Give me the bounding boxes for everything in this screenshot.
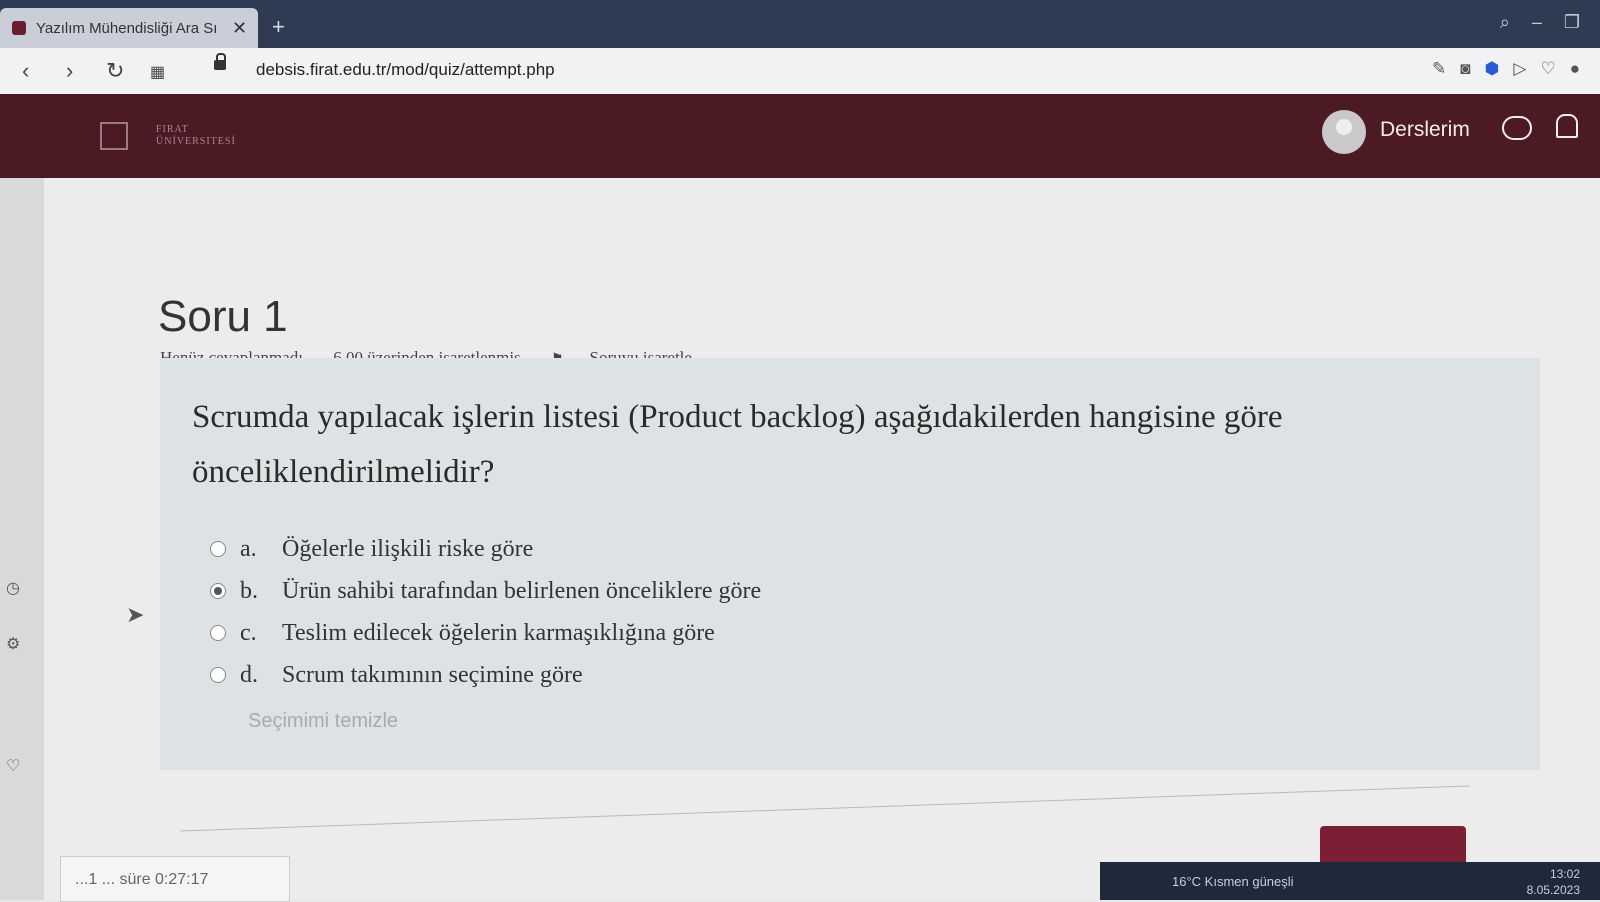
question-text: Scrumda yapılacak işlerin listesi (Produ…	[192, 399, 1283, 490]
answer-text: Scrum takımının seçimine göre	[282, 661, 583, 688]
answer-text: Ürün sahibi tarafından belirlenen önceli…	[282, 577, 762, 604]
answer-letter: d.	[240, 661, 258, 688]
camera-icon[interactable]: ◙	[1460, 59, 1470, 79]
mouse-cursor-icon: ➤	[126, 602, 145, 627]
radio-button[interactable]	[210, 541, 226, 557]
apps-grid-icon[interactable]: ▦	[150, 62, 165, 82]
weather-text[interactable]: 16°C Kısmen güneşli	[1172, 874, 1294, 889]
answer-letter: a.	[240, 535, 257, 562]
lock-icon[interactable]	[214, 53, 226, 70]
quiz-timer: ...1 ... süre 0:27:17	[60, 856, 290, 902]
close-tab-icon[interactable]: ✕	[232, 18, 247, 39]
browser-tab[interactable]: Yazılım Mühendisliği Ara Sı ✕	[0, 8, 258, 48]
site-favicon-icon	[12, 21, 26, 35]
answer-text: Öğelerle ilişkili riske göre	[282, 535, 534, 562]
heart-icon[interactable]: ♡	[1540, 59, 1555, 79]
radio-button[interactable]	[210, 625, 226, 641]
url-field[interactable]: debsis.firat.edu.tr/mod/quiz/attempt.php	[256, 60, 555, 80]
new-tab-icon[interactable]: +	[272, 14, 285, 40]
heart-icon[interactable]: ♡	[6, 756, 20, 776]
main-content: Soru 1 Henüz cevaplanmadı 6,00 üzerinden…	[44, 178, 1600, 900]
back-icon[interactable]: ‹	[22, 58, 29, 84]
reload-icon[interactable]: ↻	[106, 58, 124, 84]
answer-letter: b.	[240, 577, 258, 604]
radio-button[interactable]	[210, 583, 226, 599]
chat-icon[interactable]	[1502, 116, 1532, 140]
avatar[interactable]	[1322, 110, 1366, 154]
question-box: Scrumda yapılacak işlerin listesi (Produ…	[160, 358, 1540, 770]
clock-time: 13:02	[1549, 867, 1580, 881]
profile-icon[interactable]: ●	[1570, 59, 1580, 79]
radio-button[interactable]	[210, 667, 226, 683]
left-drawer-strip: ◷ ⚙ ♡	[0, 178, 44, 900]
restore-icon[interactable]: ❐	[1564, 12, 1580, 33]
bell-icon[interactable]	[1556, 114, 1578, 138]
browser-tab-strip: Yazılım Mühendisliği Ara Sı ✕ + ⌕ – ❐	[0, 0, 1600, 48]
clear-selection-link[interactable]: Seçimimi temizle	[248, 710, 398, 733]
edit-icon[interactable]: ✎	[1432, 59, 1446, 79]
next-page-button[interactable]	[1320, 826, 1466, 866]
minimize-icon[interactable]: –	[1532, 12, 1542, 33]
tab-title: Yazılım Mühendisliği Ara Sı	[36, 19, 218, 37]
university-logo-text: FIRAT ÜNİVERSİTESİ	[156, 124, 236, 148]
address-bar: ‹ › ↻ ▦ debsis.firat.edu.tr/mod/quiz/att…	[0, 48, 1600, 95]
divider	[180, 785, 1470, 832]
clock-date: 8.05.2023	[1526, 883, 1580, 897]
logo-line1: FIRAT	[156, 124, 189, 135]
shield-icon[interactable]: ⬢	[1485, 59, 1500, 79]
search-icon[interactable]: ⌕	[1500, 12, 1510, 33]
gear-icon[interactable]: ⚙	[6, 634, 20, 654]
courses-link[interactable]: Derslerim	[1380, 118, 1470, 142]
site-header: FIRAT ÜNİVERSİTESİ Derslerim	[0, 94, 1600, 178]
system-clock[interactable]: 13:02 8.05.2023	[1527, 866, 1580, 898]
page-title: Soru 1	[158, 292, 288, 341]
answer-list: a. Öğelerle ilişkili riske göre b. Ürün sah…	[210, 528, 761, 696]
browser-toolbar-icons: ✎ ◙ ⬢ ▷ ♡ ●	[1432, 59, 1580, 79]
answer-text: Teslim edilecek öğelerin karmaşıklığına …	[282, 619, 715, 646]
forward-icon[interactable]: ›	[66, 58, 73, 84]
answer-option[interactable]: d. Scrum takımının seçimine göre	[210, 654, 761, 696]
answer-option[interactable]: b. Ürün sahibi tarafından belirlenen önce…	[210, 570, 761, 612]
history-icon[interactable]: ◷	[6, 578, 20, 598]
logo-line2: ÜNİVERSİTESİ	[156, 136, 236, 147]
play-icon[interactable]: ▷	[1513, 59, 1526, 79]
answer-option[interactable]: a. Öğelerle ilişkili riske göre	[210, 528, 761, 570]
window-controls: ⌕ – ❐	[1500, 12, 1580, 33]
answer-option[interactable]: c. Teslim edilecek öğelerin karmaşıklığın…	[210, 612, 761, 654]
timer-text: ...1 ... süre 0:27:17	[75, 871, 209, 888]
taskbar: 16°C Kısmen güneşli 13:02 8.05.2023	[1100, 862, 1600, 900]
university-logo-icon[interactable]	[100, 122, 128, 150]
answer-letter: c.	[240, 619, 257, 646]
